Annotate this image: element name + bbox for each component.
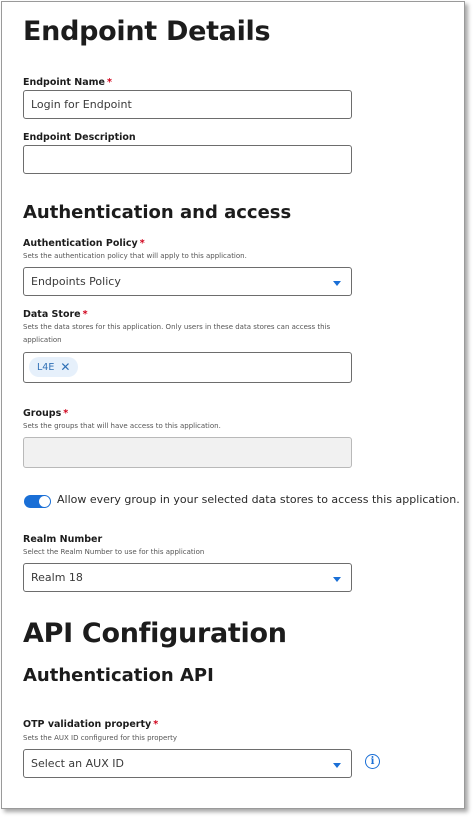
otp-property-placeholder: Select an AUX ID xyxy=(31,757,124,770)
toggle-knob xyxy=(39,496,50,507)
chevron-down-icon xyxy=(333,763,341,768)
auth-section-title: Authentication and access xyxy=(23,202,292,223)
groups-input xyxy=(23,437,352,468)
required-marker: * xyxy=(153,719,159,730)
endpoint-details-panel: Endpoint Details Endpoint Name * Login fo… xyxy=(1,1,465,809)
data-store-input[interactable]: L4E ✕ xyxy=(23,352,352,383)
realm-number-label: Realm Number xyxy=(23,534,103,545)
api-section-title: API Configuration xyxy=(23,618,287,649)
close-icon[interactable]: ✕ xyxy=(60,361,70,373)
chevron-down-icon xyxy=(333,577,341,582)
page-title: Endpoint Details xyxy=(23,16,271,47)
realm-number-value: Realm 18 xyxy=(31,571,83,584)
realm-number-help: Select the Realm Number to use for this … xyxy=(23,548,205,556)
info-icon[interactable]: i xyxy=(365,754,380,769)
otp-property-label: OTP validation property * xyxy=(23,719,159,730)
required-marker: * xyxy=(82,309,88,320)
required-marker: * xyxy=(139,238,145,249)
required-marker: * xyxy=(63,408,69,419)
auth-policy-label: Authentication Policy * xyxy=(23,238,145,249)
groups-label: Groups * xyxy=(23,408,69,419)
endpoint-name-input[interactable]: Login for Endpoint xyxy=(23,90,352,119)
auth-policy-help: Sets the authentication policy that will… xyxy=(23,252,247,260)
endpoint-description-label: Endpoint Description xyxy=(23,132,136,143)
endpoint-description-input[interactable] xyxy=(23,145,352,174)
allow-all-groups-toggle[interactable] xyxy=(24,495,51,508)
groups-help: Sets the groups that will have access to… xyxy=(23,422,221,430)
data-store-label: Data Store * xyxy=(23,309,88,320)
otp-property-help: Sets the AUX ID configured for this prop… xyxy=(23,734,178,742)
endpoint-name-label: Endpoint Name * xyxy=(23,77,112,88)
allow-all-groups-label: Allow every group in your selected data … xyxy=(57,493,460,506)
otp-property-select[interactable]: Select an AUX ID xyxy=(23,749,352,778)
data-store-help: Sets the data stores for this applicatio… xyxy=(23,323,331,344)
auth-policy-select[interactable]: Endpoints Policy xyxy=(23,267,352,296)
data-store-chip: L4E ✕ xyxy=(29,357,79,377)
endpoint-name-value: Login for Endpoint xyxy=(31,98,132,111)
required-marker: * xyxy=(106,77,112,88)
realm-number-select[interactable]: Realm 18 xyxy=(23,563,352,592)
chevron-down-icon xyxy=(333,281,341,286)
auth-policy-value: Endpoints Policy xyxy=(31,275,121,288)
api-section-subtitle: Authentication API xyxy=(23,665,214,686)
chip-label: L4E xyxy=(37,361,55,373)
